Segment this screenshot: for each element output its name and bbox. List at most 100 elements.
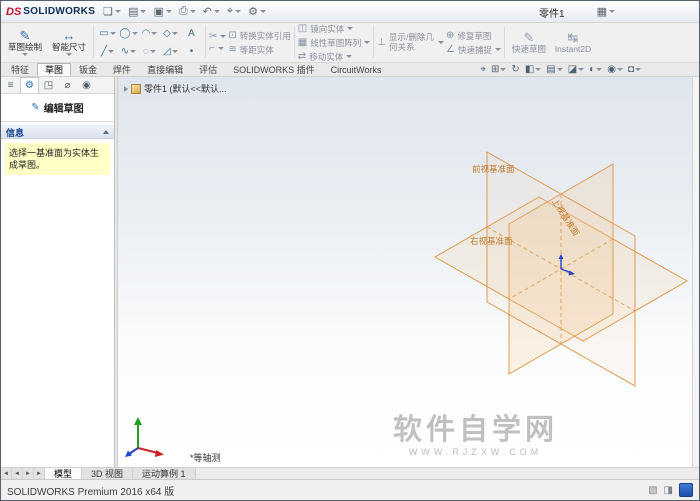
trim-entities-button[interactable]: ✂ <box>209 30 227 42</box>
task-pane-collapsed[interactable] <box>692 77 699 467</box>
display-style-button[interactable]: ◪ <box>568 64 585 75</box>
smart-dimension-icon: ↔ <box>62 28 76 44</box>
tab-sketch[interactable]: 草图 <box>37 63 72 76</box>
graphics-viewport[interactable]: 前视基准面 上视基准面 右视基准面 零件1 (默认<<默认... 软件自学网 W… <box>118 77 692 467</box>
rapid-sketch-button[interactable]: ✎ 快速草图 <box>508 24 550 61</box>
tab-propertymanager[interactable]: ⚙ <box>20 77 39 93</box>
print-button[interactable]: ⎙ <box>179 5 196 18</box>
tab-3d-views[interactable]: 3D 视图 <box>82 468 134 479</box>
feature-tree-flyout[interactable]: 零件1 (默认<<默认... <box>124 82 227 95</box>
quick-snaps-icon: ∠ <box>445 43 455 55</box>
fillet-icon: ◿ <box>163 45 171 57</box>
offset-entities-button[interactable]: ≋ 等距实体 <box>228 44 290 56</box>
instant2d-icon: ↹ <box>567 30 579 46</box>
tab-motion-study-1[interactable]: 运动算例 1 <box>133 468 196 479</box>
displaymanager-icon: ◉ <box>82 79 91 91</box>
title-bar: DS SOLIDWORKS ❏ ▤ ▣ ⎙ ↶ ⌖ ⚙ 零件1 ▦ <box>1 1 699 23</box>
tab-dimxpert[interactable]: ⌀ <box>58 77 77 93</box>
tab-scroll-last-button[interactable]: ► <box>34 468 45 479</box>
zoom-area-icon: ⊞ <box>491 64 500 75</box>
text-tool-button[interactable]: A <box>181 25 202 43</box>
heads-up-view-toolbar: ⌖ ⊞ ↻ ◧ ▤ ◪ ◐ ◉ ◘ <box>480 63 699 76</box>
hide-show-items-button[interactable]: ◐ <box>589 64 603 75</box>
open-button[interactable]: ▤ <box>128 5 147 18</box>
extend-entities-button[interactable]: ⌐ <box>209 42 226 54</box>
spline-tool-button[interactable]: ∿ <box>118 43 139 61</box>
options-button[interactable]: ⚙ <box>248 5 266 18</box>
save-button[interactable]: ▣ <box>153 5 172 18</box>
linear-pattern-button[interactable]: ▦ 线性草图阵列 <box>298 37 371 49</box>
main-area: ≡ ⚙ ◳ ⌀ ◉ ✎ 编辑草图 信息 选择一基准面为实体生成草图。 前视基准面… <box>1 77 699 467</box>
status-tags-icon[interactable]: ◨ <box>664 485 673 496</box>
undo-icon: ↶ <box>202 6 212 18</box>
circle-tool-button[interactable]: ◯ <box>118 25 139 43</box>
point-tool-button[interactable]: • <box>181 43 202 61</box>
scene-button[interactable]: ◘ <box>628 64 641 75</box>
open-icon: ▤ <box>128 6 139 18</box>
zoom-to-fit-button[interactable]: ⌖ <box>480 64 486 75</box>
sketch-pencil-icon: ✎ <box>19 28 31 44</box>
tab-sheet-metal[interactable]: 钣金 <box>71 63 105 76</box>
appearances-button[interactable]: ◉ <box>607 64 623 75</box>
previous-view-icon: ↻ <box>511 64 520 75</box>
quick-snaps-label: 快速捕捉 <box>457 44 492 55</box>
info-group-header[interactable]: 信息 <box>1 125 114 139</box>
rectangle-tool-button[interactable]: ▭ <box>97 25 118 43</box>
view-orientation-button[interactable]: ▤ <box>546 64 563 75</box>
tab-scroll-first-button[interactable]: ◄ <box>1 468 12 479</box>
tab-evaluate[interactable]: 评估 <box>191 63 225 76</box>
manager-tab-strip: ≡ ⚙ ◳ ⌀ ◉ <box>1 77 114 94</box>
status-blue-badge-icon[interactable] <box>679 483 693 497</box>
status-bar: SOLIDWORKS Premium 2016 x64 版 ▧ ◨ <box>1 479 699 500</box>
divider <box>1 121 114 122</box>
scene-icon: ◘ <box>627 64 634 75</box>
undo-button[interactable]: ↶ <box>203 5 220 18</box>
tab-weldments[interactable]: 焊件 <box>105 63 139 76</box>
section-view-button[interactable]: ◧ <box>525 64 542 75</box>
display-relations-button[interactable]: ⊥ 显示/删除几何关系 <box>377 24 444 61</box>
apps-grid-button[interactable]: ▦ <box>597 5 615 18</box>
quick-snaps-button[interactable]: ∠ 快速捕捉 <box>446 44 501 56</box>
info-message: 选择一基准面为实体生成草图。 <box>5 143 110 176</box>
ellipse-tool-button[interactable]: ◌ <box>139 43 160 61</box>
tab-circuitworks[interactable]: CircuitWorks <box>323 63 390 76</box>
zoom-area-button[interactable]: ⊞ <box>491 64 507 75</box>
tab-configurationmanager[interactable]: ◳ <box>39 77 58 93</box>
previous-view-button[interactable]: ↻ <box>511 64 519 75</box>
new-icon: ❏ <box>103 6 114 18</box>
line-tool-button[interactable]: ╱ <box>97 43 118 61</box>
tree-expand-icon[interactable] <box>124 85 128 92</box>
tab-direct-editing[interactable]: 直接编辑 <box>139 63 191 76</box>
rectangle-icon: ▭ <box>99 27 109 39</box>
extend-icon: ⌐ <box>209 42 215 54</box>
sketch-button[interactable]: ✎ 草图绘制 <box>4 24 46 61</box>
tab-model[interactable]: 模型 <box>45 468 83 479</box>
tab-scroll-prev-button[interactable]: ◄ <box>12 468 23 479</box>
convert-entities-button[interactable]: ⊡ 转换实体引用 <box>228 30 290 42</box>
tab-displaymanager[interactable]: ◉ <box>77 77 96 93</box>
trim-icon: ✂ <box>209 30 218 42</box>
edit-sketch-icon: ✎ <box>31 102 40 113</box>
select-button[interactable]: ⌖ <box>227 5 242 18</box>
instant2d-button[interactable]: ↹ Instant2D <box>552 24 594 61</box>
new-document-button[interactable]: ❏ <box>103 5 122 18</box>
status-units-icon[interactable]: ▧ <box>648 485 657 496</box>
polygon-icon: ◇ <box>163 27 171 39</box>
arc-tool-button[interactable]: ◠ <box>139 25 160 43</box>
mirror-entities-button[interactable]: ◫ 镜向实体 <box>298 23 370 35</box>
sketch-tools-grid: ▭ ◯ ◠ ◇ A ╱ ∿ ◌ ◿ • <box>97 24 202 61</box>
smart-dimension-button[interactable]: ↔ 智能尺寸 <box>48 24 90 61</box>
tab-scroll-next-button[interactable]: ► <box>23 468 34 479</box>
tab-featuremanager[interactable]: ≡ <box>1 77 20 93</box>
move-entities-button[interactable]: ⇄ 移动实体 <box>298 51 370 63</box>
repair-sketch-button[interactable]: ⊕ 修复草图 <box>446 30 501 42</box>
tab-features[interactable]: 特征 <box>3 63 37 76</box>
convert-entities-icon: ⊡ <box>228 29 237 41</box>
tab-addins[interactable]: SOLIDWORKS 插件 <box>225 63 323 76</box>
smart-dimension-label: 智能尺寸 <box>51 42 86 53</box>
polygon-tool-button[interactable]: ◇ <box>160 25 181 43</box>
document-tab-bar: ◄ ◄ ► ► 模型 3D 视图 运动算例 1 <box>1 467 699 479</box>
featuremanager-tree-icon: ≡ <box>7 79 14 91</box>
fillet-tool-button[interactable]: ◿ <box>160 43 181 61</box>
zoom-to-fit-icon: ⌖ <box>480 64 487 75</box>
